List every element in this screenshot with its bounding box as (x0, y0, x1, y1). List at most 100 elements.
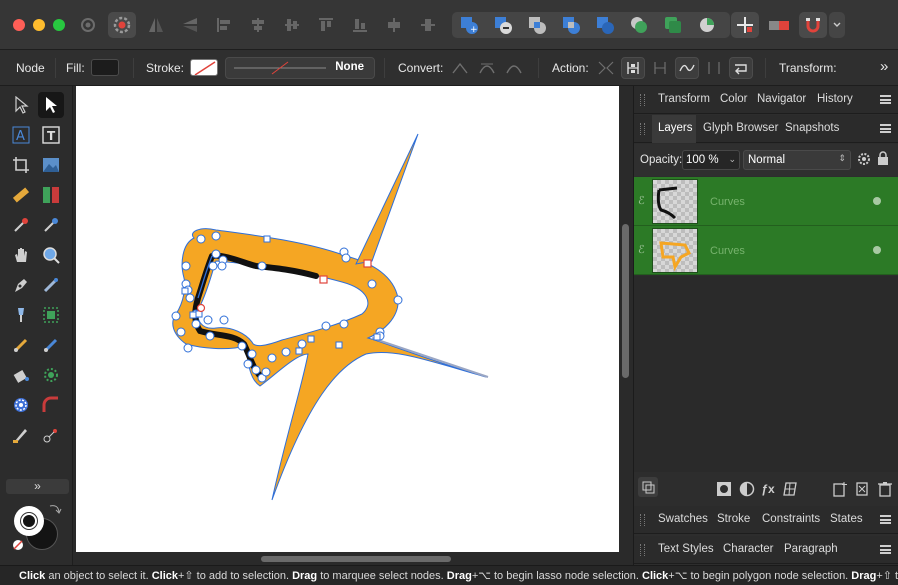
paint-brush-tool-icon[interactable] (8, 332, 34, 358)
corner-tool-icon[interactable] (38, 392, 64, 418)
layer-row[interactable]: ℰ Curves (634, 177, 898, 226)
tab-navigator[interactable]: Navigator (757, 93, 806, 105)
pencil-tool-icon[interactable] (38, 272, 64, 298)
mask-layer-icon[interactable] (714, 479, 734, 499)
tab-color[interactable]: Color (720, 93, 747, 105)
adjustment-layer-icon[interactable] (737, 479, 757, 499)
expand-tools-button[interactable]: » (6, 479, 69, 494)
panel-grip[interactable] (640, 94, 645, 106)
no-color-icon[interactable] (12, 539, 24, 551)
effects-fx-icon[interactable]: ƒx (758, 479, 778, 499)
view-mode-icon[interactable] (765, 12, 793, 38)
panel-menu-icon[interactable] (880, 545, 891, 554)
divide-boolean-icon[interactable] (591, 12, 619, 38)
fill-color-well[interactable] (14, 506, 44, 536)
tab-snapshots[interactable]: Snapshots (785, 122, 839, 134)
opacity-field[interactable]: 100 % ⌄ (682, 150, 740, 170)
layer-name[interactable]: Curves (710, 245, 745, 257)
minimize-window-button[interactable] (33, 19, 45, 31)
knife-tool-icon[interactable] (8, 422, 34, 448)
gradient-tool-icon[interactable] (38, 182, 64, 208)
pie-geometry-icon[interactable] (693, 12, 721, 38)
tab-glyph-browser[interactable]: Glyph Browser (703, 122, 778, 134)
flip-horizontal-icon[interactable] (142, 12, 170, 38)
opacity-dropdown-chevron-icon[interactable]: ⌄ (728, 154, 736, 165)
add-boolean-icon[interactable]: + (455, 12, 483, 38)
pen-tool-icon[interactable] (8, 272, 34, 298)
inset-icon[interactable] (659, 12, 687, 38)
persona-gear-icon[interactable] (108, 12, 136, 38)
layer-visibility-toggle[interactable] (873, 246, 881, 254)
document-page[interactable] (76, 86, 619, 552)
move-tool-icon[interactable] (8, 92, 34, 118)
layer-lock-icon[interactable] (877, 151, 889, 166)
join-curves-icon[interactable] (702, 57, 726, 79)
xor-boolean-icon[interactable] (557, 12, 585, 38)
zoom-tool-icon[interactable] (38, 242, 64, 268)
close-window-button[interactable] (13, 19, 25, 31)
add-layer-icon[interactable] (830, 479, 850, 499)
snapping-grid-icon[interactable] (731, 12, 759, 38)
vector-brush-tool-icon[interactable] (8, 302, 34, 328)
align-left-icon[interactable] (210, 12, 238, 38)
tab-constraints[interactable]: Constraints (762, 513, 820, 525)
shape-cog-tool-icon[interactable] (8, 392, 34, 418)
combine-icon[interactable] (625, 12, 653, 38)
group-layers-icon[interactable] (852, 479, 872, 499)
fill-swatch[interactable] (91, 59, 119, 76)
horizontal-scrollbar[interactable] (261, 556, 451, 562)
tab-swatches[interactable]: Swatches (658, 513, 708, 525)
layers-list-empty-area[interactable] (634, 276, 898, 472)
paint-bucket-tool-icon[interactable] (8, 362, 34, 388)
zoom-window-button[interactable] (53, 19, 65, 31)
align-center-icon[interactable] (244, 12, 272, 38)
align-bottom-icon[interactable] (346, 12, 374, 38)
ruler-tool-icon[interactable] (8, 182, 34, 208)
artistic-text-tool-icon[interactable]: A (8, 122, 34, 148)
panel-grip[interactable] (640, 123, 645, 135)
convert-sharp-icon[interactable] (448, 57, 472, 79)
place-image-tool-icon[interactable] (38, 152, 64, 178)
convert-smart-icon[interactable] (502, 57, 526, 79)
eyedropper-tool-icon[interactable] (38, 212, 64, 238)
layer-name[interactable]: Curves (710, 196, 745, 208)
tab-history[interactable]: History (817, 93, 853, 105)
hand-tool-icon[interactable] (8, 242, 34, 268)
layer-settings-gear-icon[interactable] (857, 152, 871, 166)
vertical-scrollbar[interactable] (622, 224, 629, 378)
canvas-area[interactable] (73, 86, 633, 565)
subtract-boolean-icon[interactable] (489, 12, 517, 38)
layer-row[interactable]: ℰ Curves (634, 226, 898, 275)
point-transform-tool-icon[interactable] (38, 422, 64, 448)
flip-vertical-icon[interactable] (176, 12, 204, 38)
fill-tool-icon[interactable] (38, 332, 64, 358)
align-top-icon[interactable] (312, 12, 340, 38)
intersect-boolean-icon[interactable] (523, 12, 551, 38)
tab-character[interactable]: Character (723, 543, 774, 555)
panel-grip[interactable] (640, 544, 645, 556)
delete-layer-trash-icon[interactable] (875, 479, 895, 499)
tab-states[interactable]: States (830, 513, 863, 525)
node-tool-icon[interactable] (38, 92, 64, 118)
layer-extras-button[interactable] (638, 477, 658, 497)
break-curve-icon[interactable] (594, 57, 618, 79)
panel-menu-icon[interactable] (880, 515, 891, 524)
snapping-dropdown-chevron-icon[interactable] (829, 12, 845, 38)
live-filter-icon[interactable] (780, 479, 800, 499)
snapping-magnet-icon[interactable] (799, 12, 827, 38)
blend-mode-select[interactable]: Normal ⇕ (743, 150, 851, 170)
stroke-width-slider[interactable]: None (225, 57, 375, 79)
crop-tool-icon[interactable] (8, 152, 34, 178)
arrange-icon[interactable] (414, 12, 442, 38)
panel-menu-icon[interactable] (880, 95, 891, 104)
stroke-swatch[interactable] (190, 59, 218, 76)
tab-stroke[interactable]: Stroke (717, 513, 750, 525)
layer-visibility-toggle[interactable] (873, 197, 881, 205)
toolbar-overflow-button[interactable]: » (880, 58, 888, 75)
reverse-direction-icon[interactable] (729, 57, 753, 79)
tab-transform[interactable]: Transform (658, 93, 710, 105)
convert-smooth-icon[interactable] (475, 57, 499, 79)
panel-grip[interactable] (640, 514, 645, 526)
tab-text-styles[interactable]: Text Styles (658, 543, 714, 555)
swap-colors-icon[interactable] (48, 502, 62, 516)
